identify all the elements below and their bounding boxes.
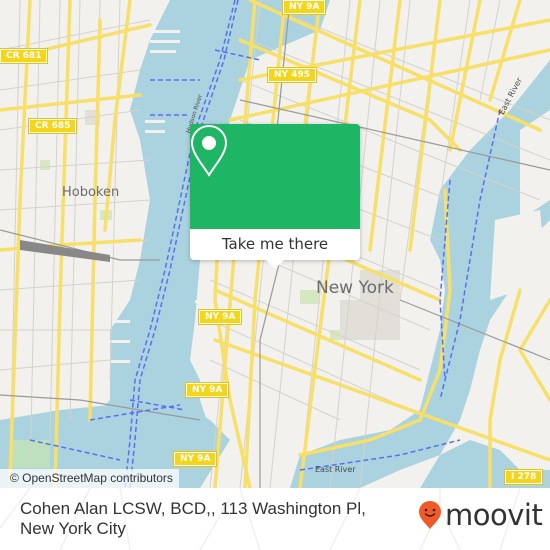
place-label-hoboken: Hoboken	[62, 185, 120, 200]
road-shield-cr-685: CR 685	[27, 118, 78, 134]
road-shield-ny-9a: NY 9A	[184, 382, 230, 398]
map-view[interactable]: Hoboken New York East River East River H…	[0, 0, 550, 488]
take-me-there-button[interactable]: Take me there	[190, 229, 360, 260]
road-shield-ny-9a: NY 9A	[197, 309, 243, 325]
road-shield-cr-681: CR 681	[0, 48, 49, 64]
popup-header	[190, 124, 360, 229]
road-shield-ny-9a: NY 9A	[172, 451, 218, 467]
location-pin-icon	[190, 124, 228, 177]
moovit-logo[interactable]: moovit	[418, 498, 543, 532]
moovit-wordmark: moovit	[445, 498, 543, 532]
river-label-east-river-bottom: East River	[315, 465, 356, 474]
map-attribution[interactable]: © OpenStreetMap contributors	[0, 469, 179, 488]
road-shield-ny-495: NY 495	[267, 67, 317, 83]
popup-pointer	[266, 260, 284, 269]
location-popup: Take me there	[190, 124, 360, 269]
moovit-smiley-pin-icon	[419, 501, 441, 529]
location-title: Cohen Alan LCSW, BCD,, 113 Washington Pl…	[20, 499, 366, 538]
road-shield-i-278: I 278	[503, 469, 544, 485]
footer: Cohen Alan LCSW, BCD,, 113 Washington Pl…	[0, 488, 550, 550]
place-label-new-york: New York	[316, 278, 394, 298]
road-shield-ny-9a: NY 9A	[281, 0, 327, 15]
